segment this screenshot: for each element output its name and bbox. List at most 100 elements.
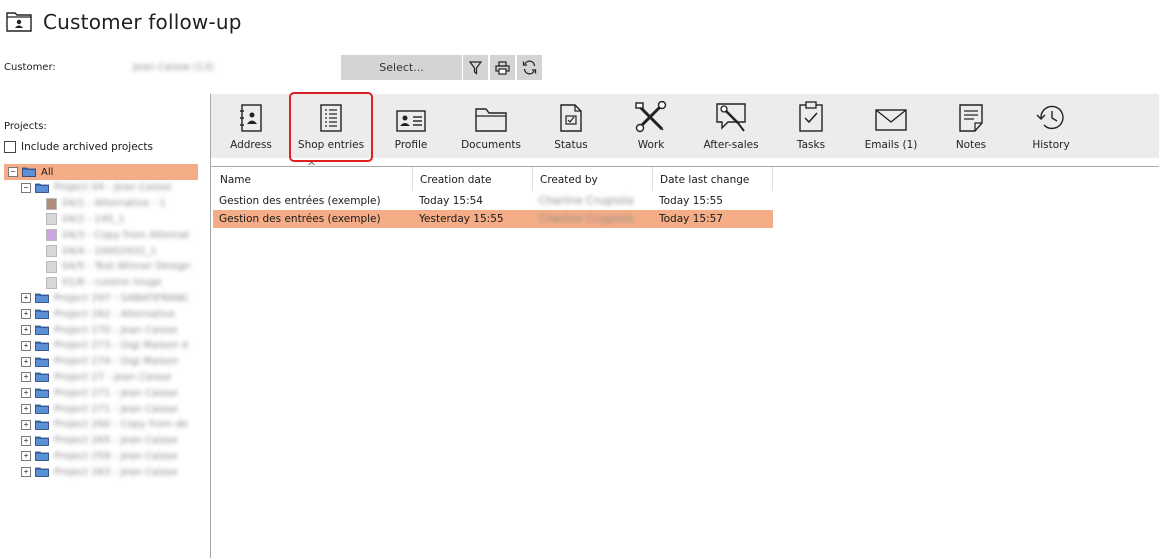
toolbar-profile-label: Profile: [394, 139, 428, 151]
history-icon: [1036, 105, 1064, 130]
toolbar-after-sales-label: After-sales: [703, 139, 759, 151]
tree-node-label: Project 270 - Jean Caisse: [54, 324, 178, 336]
toolbar-notes[interactable]: Notes: [941, 94, 1001, 158]
include-archived-label: Include archived projects: [21, 141, 154, 153]
include-archived-row[interactable]: Include archived projects: [4, 141, 153, 153]
tree-node-label: Project 297 - SABATIFRANC: [54, 292, 190, 304]
folder-icon: [35, 341, 49, 351]
customer-label: Customer:: [4, 62, 56, 73]
tree-node-label: Project 271 - Jean Caisse: [54, 403, 178, 415]
tree-alternative-node[interactable]: 01/6 - cuisine rouge: [4, 275, 162, 291]
expand-toggle[interactable]: +: [21, 388, 31, 399]
column-header-creation-date[interactable]: Creation date: [413, 167, 533, 191]
alternative-status-icon: [46, 229, 57, 242]
toolbar-tasks[interactable]: Tasks: [781, 94, 841, 158]
tree-project-node[interactable]: + Project 273 - Gigi Maison d: [4, 338, 188, 354]
expand-toggle[interactable]: +: [21, 467, 31, 478]
tree-project-node[interactable]: + Project 271 - Jean Caisse: [4, 401, 178, 417]
toolbar-emails[interactable]: Emails (1): [856, 94, 926, 158]
toolbar-profile[interactable]: Profile: [381, 94, 441, 158]
tree-node-label: 04/1 - Alternative - 1: [62, 198, 166, 210]
tree-alternative-node[interactable]: 04/4 - 10002932_1: [4, 243, 157, 259]
toolbar-documents[interactable]: Documents: [456, 94, 526, 158]
toolbar-work-label: Work: [637, 139, 665, 151]
column-header-created-by[interactable]: Created by: [533, 167, 653, 191]
tree-project-node[interactable]: − All: [4, 164, 198, 180]
panel-divider[interactable]: [210, 94, 211, 558]
folder-icon: [35, 183, 49, 193]
tree-node-label: Project 271 - Jean Caisse: [54, 387, 178, 399]
tree-node-label: 04/2 - 145_1: [62, 213, 125, 225]
table-row[interactable]: Gestion des entrées (exemple) Yesterday 1…: [213, 210, 773, 228]
toolbar-status[interactable]: Status: [541, 94, 601, 158]
tree-project-node[interactable]: + Project 259 - Jean Caisse: [4, 448, 178, 464]
tree-project-node[interactable]: + Project 260 - Copy from de: [4, 417, 188, 433]
column-header-date-last-change[interactable]: Date last change: [653, 167, 773, 191]
table-row[interactable]: Gestion des entrées (exemple) Today 15:54…: [213, 192, 773, 210]
expand-toggle[interactable]: +: [21, 419, 31, 430]
collapse-toggle[interactable]: −: [21, 182, 31, 193]
alternative-status-icon: [46, 245, 57, 257]
tree-node-label: Project 04 - Jean Caisse: [54, 182, 172, 194]
expand-toggle[interactable]: +: [21, 309, 31, 320]
tree-node-label: Project 273 - Gigi Maison d: [54, 340, 189, 352]
folder-icon: [35, 467, 49, 478]
include-archived-checkbox[interactable]: [4, 141, 16, 153]
toolbar-address[interactable]: Address: [221, 94, 281, 158]
folder-icon: [35, 309, 49, 320]
toolbar-emails-label: Emails (1): [864, 139, 918, 151]
print-button[interactable]: [490, 55, 515, 80]
tree-project-node[interactable]: + Project 27 - Jean Caisse: [4, 369, 171, 385]
expand-toggle[interactable]: +: [21, 451, 31, 462]
toolbar-work[interactable]: Work: [621, 94, 681, 158]
expand-toggle[interactable]: +: [21, 340, 31, 351]
cell-created-by: Charline Crugnola: [539, 213, 634, 225]
collapse-toggle[interactable]: −: [8, 167, 18, 177]
toolbar-after-sales[interactable]: After-sales: [696, 94, 766, 158]
documents-folder-icon: [475, 108, 507, 132]
tree-project-node[interactable]: + Project 297 - SABATIFRANC: [4, 290, 189, 306]
page-title: Customer follow-up: [43, 10, 242, 34]
tree-alternative-node[interactable]: 04/5 - Test Winner Design: [4, 259, 190, 275]
cell-name: Gestion des entrées (exemple): [219, 213, 381, 225]
expand-toggle[interactable]: +: [21, 325, 31, 335]
tree-alternative-node[interactable]: 04/3 - Copy from Alternat: [4, 227, 189, 243]
tree-project-node[interactable]: + Project 271 - Jean Caisse: [4, 385, 178, 401]
folder-icon: [35, 372, 49, 383]
tree-alternative-node[interactable]: 04/1 - Alternative - 1: [4, 196, 166, 212]
tree-project-node[interactable]: + Project 263 - Jean Caisse: [4, 464, 178, 480]
toolbar-notes-label: Notes: [955, 139, 987, 151]
tree-project-node[interactable]: + Project 262 - Alternative: [4, 306, 175, 322]
after-sales-icon: [716, 103, 746, 132]
alternative-status-icon: [46, 213, 57, 226]
alternative-status-icon: [46, 197, 57, 210]
project-tree[interactable]: − All − Project 04 - Jean Caisse 04/1 - Alte…: [4, 164, 198, 494]
alternative-status-icon: [46, 276, 57, 289]
address-book-icon: [240, 104, 262, 132]
cell-date-last-change: Today 15:55: [659, 195, 723, 207]
toolbar-history[interactable]: History: [1021, 94, 1081, 158]
select-customer-button[interactable]: Select...: [341, 55, 462, 80]
refresh-button[interactable]: [517, 55, 542, 80]
tree-project-node[interactable]: + Project 270 - Jean Caisse: [4, 322, 178, 338]
tasks-clipboard-icon: [799, 101, 823, 132]
expand-toggle[interactable]: +: [21, 293, 31, 304]
expand-toggle[interactable]: +: [21, 404, 31, 414]
tree-project-node[interactable]: − Project 04 - Jean Caisse: [4, 180, 171, 196]
column-header-name[interactable]: Name: [213, 167, 413, 191]
expand-toggle[interactable]: +: [21, 356, 31, 367]
filter-button[interactable]: [463, 55, 488, 80]
alternative-status-icon: [46, 260, 57, 273]
expand-toggle[interactable]: +: [21, 372, 31, 383]
tree-project-node[interactable]: + Project 265 - Jean Caisse: [4, 433, 178, 449]
toolbar-history-label: History: [1032, 139, 1070, 151]
toolbar-address-label: Address: [230, 139, 272, 151]
cell-name: Gestion des entrées (exemple): [219, 195, 381, 207]
expand-toggle[interactable]: +: [21, 435, 31, 446]
cell-date-last-change: Today 15:57: [659, 213, 723, 225]
tree-node-label: 04/5 - Test Winner Design: [62, 261, 191, 273]
profile-card-icon: [396, 110, 426, 132]
customer-value: Jean Caisse (13): [133, 62, 214, 73]
tree-alternative-node[interactable]: 04/2 - 145_1: [4, 211, 125, 227]
tree-project-node[interactable]: + Project 274 - Gigi Maison: [4, 354, 178, 370]
